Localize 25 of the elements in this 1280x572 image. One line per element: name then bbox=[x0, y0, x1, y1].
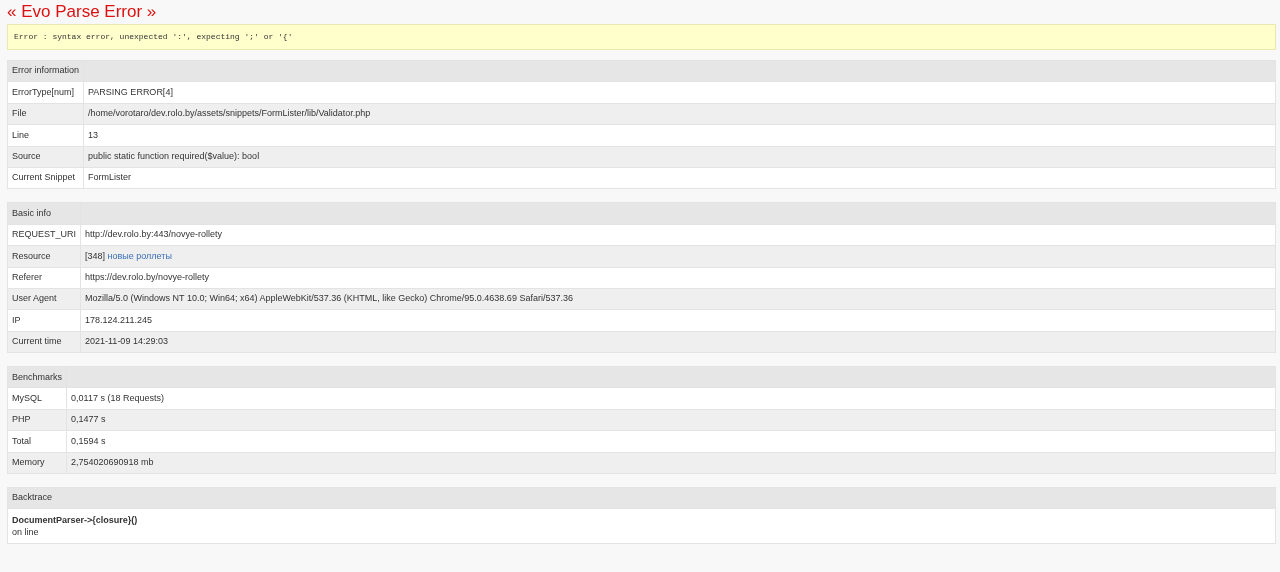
row-label: Memory bbox=[7, 452, 67, 474]
resource-link[interactable]: новые роллеты bbox=[107, 250, 172, 261]
row-label: User Agent bbox=[7, 288, 81, 310]
row-label: PHP bbox=[7, 409, 67, 431]
row-value: Mozilla/5.0 (Windows NT 10.0; Win64; x64) AppleWebKit/537.36 (KHTML, like Gecko) Chrome/95.0.4638.69 Safari/537.36 bbox=[80, 288, 1276, 310]
section-heading: Basic info bbox=[7, 202, 81, 225]
row-value: 2021-11-09 14:29:03 bbox=[80, 331, 1276, 353]
row-label: Current Snippet bbox=[7, 167, 84, 189]
resource-id: [348] bbox=[85, 250, 106, 261]
row-value: /home/vorotaro/dev.rolo.by/assets/snippets/FormLister/lib/Validator.php bbox=[83, 103, 1276, 125]
row-label: Source bbox=[7, 146, 84, 168]
error-message: Error : syntax error, unexpected ':', expecting ';' or '{' bbox=[7, 24, 1276, 50]
row-label: File bbox=[7, 103, 84, 125]
backtrace-location: on line bbox=[12, 526, 40, 539]
row-value: 0,1477 s bbox=[66, 409, 1276, 431]
row-label: Resource bbox=[7, 245, 81, 267]
backtrace-call: DocumentParser->{closure}() bbox=[12, 514, 139, 527]
page-title: « Evo Parse Error » bbox=[7, 1, 158, 22]
row-value: FormLister bbox=[83, 167, 1276, 189]
section-heading: Benchmarks bbox=[7, 366, 67, 388]
section-heading: Backtrace bbox=[7, 487, 1276, 509]
section-heading: Error information bbox=[7, 60, 84, 82]
row-label: Current time bbox=[7, 331, 81, 353]
row-value: 2,754020690918 mb bbox=[66, 452, 1276, 474]
row-value: public static function required($value): bool bbox=[83, 146, 1276, 168]
